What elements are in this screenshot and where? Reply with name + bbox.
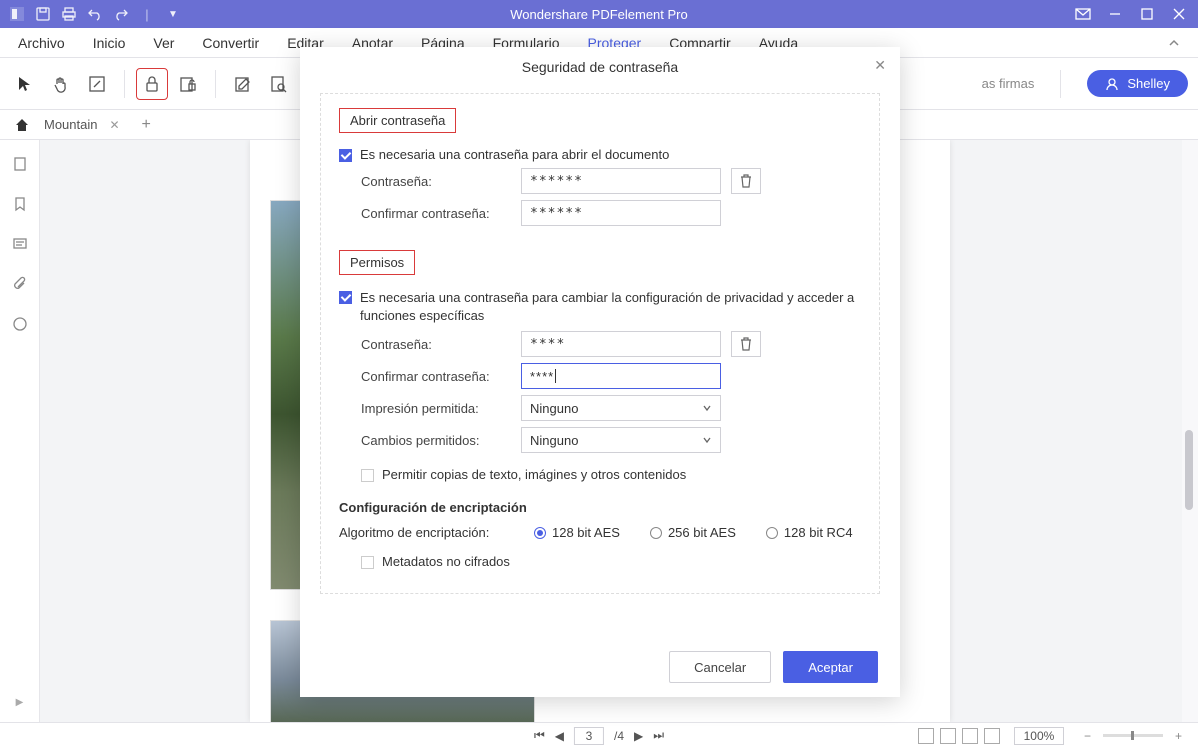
perm-password-input[interactable]: ****: [521, 331, 721, 357]
last-page-icon[interactable]: ⏭: [653, 728, 664, 743]
clear-open-password-icon[interactable]: [731, 168, 761, 194]
require-open-password-checkbox[interactable]: [339, 149, 352, 162]
zoom-slider[interactable]: [1103, 734, 1163, 737]
document-tab[interactable]: Mountain ✕: [34, 110, 134, 139]
chevron-down-icon: [702, 435, 712, 445]
changes-allowed-label: Cambios permitidos:: [361, 433, 521, 448]
perm-confirm-label: Confirmar contraseña:: [361, 369, 521, 384]
open-password-label: Contraseña:: [361, 174, 521, 189]
sign-tool-icon[interactable]: [228, 69, 258, 99]
password-security-dialog: Seguridad de contraseña ✕ Abrir contrase…: [300, 47, 900, 697]
algo-128aes-radio[interactable]: 128 bit AES: [534, 525, 620, 540]
close-tab-icon[interactable]: ✕: [109, 118, 119, 132]
search-doc-icon[interactable]: [264, 69, 294, 99]
menu-archivo[interactable]: Archivo: [18, 35, 65, 51]
vertical-scrollbar[interactable]: [1182, 140, 1198, 722]
menu-convertir[interactable]: Convertir: [202, 35, 259, 51]
mail-icon[interactable]: [1074, 5, 1092, 23]
encryption-algo-label: Algoritmo de encriptación:: [339, 525, 504, 540]
expand-panel-icon[interactable]: ▶: [10, 692, 30, 712]
zoom-out-icon[interactable]: −: [1078, 729, 1097, 743]
chevron-down-icon: [702, 403, 712, 413]
open-password-input[interactable]: ******: [521, 168, 721, 194]
maximize-icon[interactable]: [1138, 5, 1156, 23]
close-window-icon[interactable]: [1170, 5, 1188, 23]
select-tool-icon[interactable]: [10, 69, 40, 99]
print-allowed-select[interactable]: Ninguno: [521, 395, 721, 421]
menu-inicio[interactable]: Inicio: [93, 35, 126, 51]
clear-perm-password-icon[interactable]: [731, 331, 761, 357]
app-logo-icon: [8, 5, 26, 23]
perm-password-label: Contraseña:: [361, 337, 521, 352]
hand-tool-icon[interactable]: [46, 69, 76, 99]
qat-dropdown-icon[interactable]: ▼: [164, 5, 182, 23]
changes-allowed-select[interactable]: Ninguno: [521, 427, 721, 453]
comments-icon[interactable]: [10, 234, 30, 254]
cancel-button[interactable]: Cancelar: [669, 651, 771, 683]
allow-copy-label: Permitir copias de texto, imágines y otr…: [382, 467, 686, 482]
algo-256aes-radio[interactable]: 256 bit AES: [650, 525, 736, 540]
require-permissions-password-label: Es necesaria una contraseña para cambiar…: [360, 289, 861, 325]
print-allowed-label: Impresión permitida:: [361, 401, 521, 416]
algo-128rc4-radio[interactable]: 128 bit RC4: [766, 525, 853, 540]
unlock-icon[interactable]: [173, 69, 203, 99]
side-panel: ▶: [0, 140, 40, 722]
two-continuous-view-icon[interactable]: [984, 728, 1000, 744]
open-confirm-input[interactable]: ******: [521, 200, 721, 226]
print-icon[interactable]: [60, 5, 78, 23]
menu-ver[interactable]: Ver: [153, 35, 174, 51]
attachments-icon[interactable]: [10, 274, 30, 294]
user-name-label: Shelley: [1127, 76, 1170, 91]
open-confirm-label: Confirmar contraseña:: [361, 206, 521, 221]
user-icon: [1105, 77, 1119, 91]
perm-confirm-input[interactable]: ****: [521, 363, 721, 389]
bookmarks-icon[interactable]: [10, 194, 30, 214]
edit-tool-icon[interactable]: [82, 69, 112, 99]
collapse-ribbon-icon[interactable]: [1168, 37, 1180, 49]
zoom-level-input[interactable]: 100%: [1014, 727, 1064, 745]
permissions-heading: Permisos: [339, 250, 415, 275]
close-dialog-icon[interactable]: ✕: [874, 57, 886, 74]
new-tab-icon[interactable]: +: [134, 116, 159, 134]
next-page-icon[interactable]: ▶: [634, 729, 643, 743]
thumbnails-icon[interactable]: [10, 154, 30, 174]
allow-copy-checkbox[interactable]: [361, 469, 374, 482]
lock-password-icon[interactable]: [137, 69, 167, 99]
scrollbar-thumb[interactable]: [1185, 430, 1193, 510]
encryption-heading: Configuración de encriptación: [339, 500, 861, 515]
search-panel-icon[interactable]: [10, 314, 30, 334]
page-number-input[interactable]: 3: [574, 727, 604, 745]
two-page-view-icon[interactable]: [962, 728, 978, 744]
continuous-view-icon[interactable]: [940, 728, 956, 744]
app-titlebar: | ▼ Wondershare PDFelement Pro: [0, 0, 1198, 28]
dialog-title: Seguridad de contraseña ✕: [300, 47, 900, 87]
open-password-heading: Abrir contraseña: [339, 108, 456, 133]
status-bar: ⏮ ◀ 3 /4 ▶ ⏭ 100% − +: [0, 722, 1198, 748]
user-account-button[interactable]: Shelley: [1087, 70, 1188, 97]
save-icon[interactable]: [34, 5, 52, 23]
accept-button[interactable]: Aceptar: [783, 651, 878, 683]
require-permissions-password-checkbox[interactable]: [339, 291, 352, 304]
minimize-icon[interactable]: [1106, 5, 1124, 23]
signatures-label: as firmas: [982, 76, 1035, 91]
home-icon[interactable]: [10, 117, 34, 133]
zoom-in-icon[interactable]: +: [1169, 729, 1188, 743]
page-total-label: /4: [614, 729, 624, 743]
unencrypted-metadata-checkbox[interactable]: [361, 556, 374, 569]
document-tab-label: Mountain: [44, 117, 97, 132]
single-page-view-icon[interactable]: [918, 728, 934, 744]
prev-page-icon[interactable]: ◀: [555, 729, 564, 743]
first-page-icon[interactable]: ⏮: [534, 728, 545, 743]
unencrypted-metadata-label: Metadatos no cifrados: [382, 554, 510, 569]
undo-icon[interactable]: [86, 5, 104, 23]
require-open-password-label: Es necesaria una contraseña para abrir e…: [360, 147, 669, 162]
redo-icon[interactable]: [112, 5, 130, 23]
